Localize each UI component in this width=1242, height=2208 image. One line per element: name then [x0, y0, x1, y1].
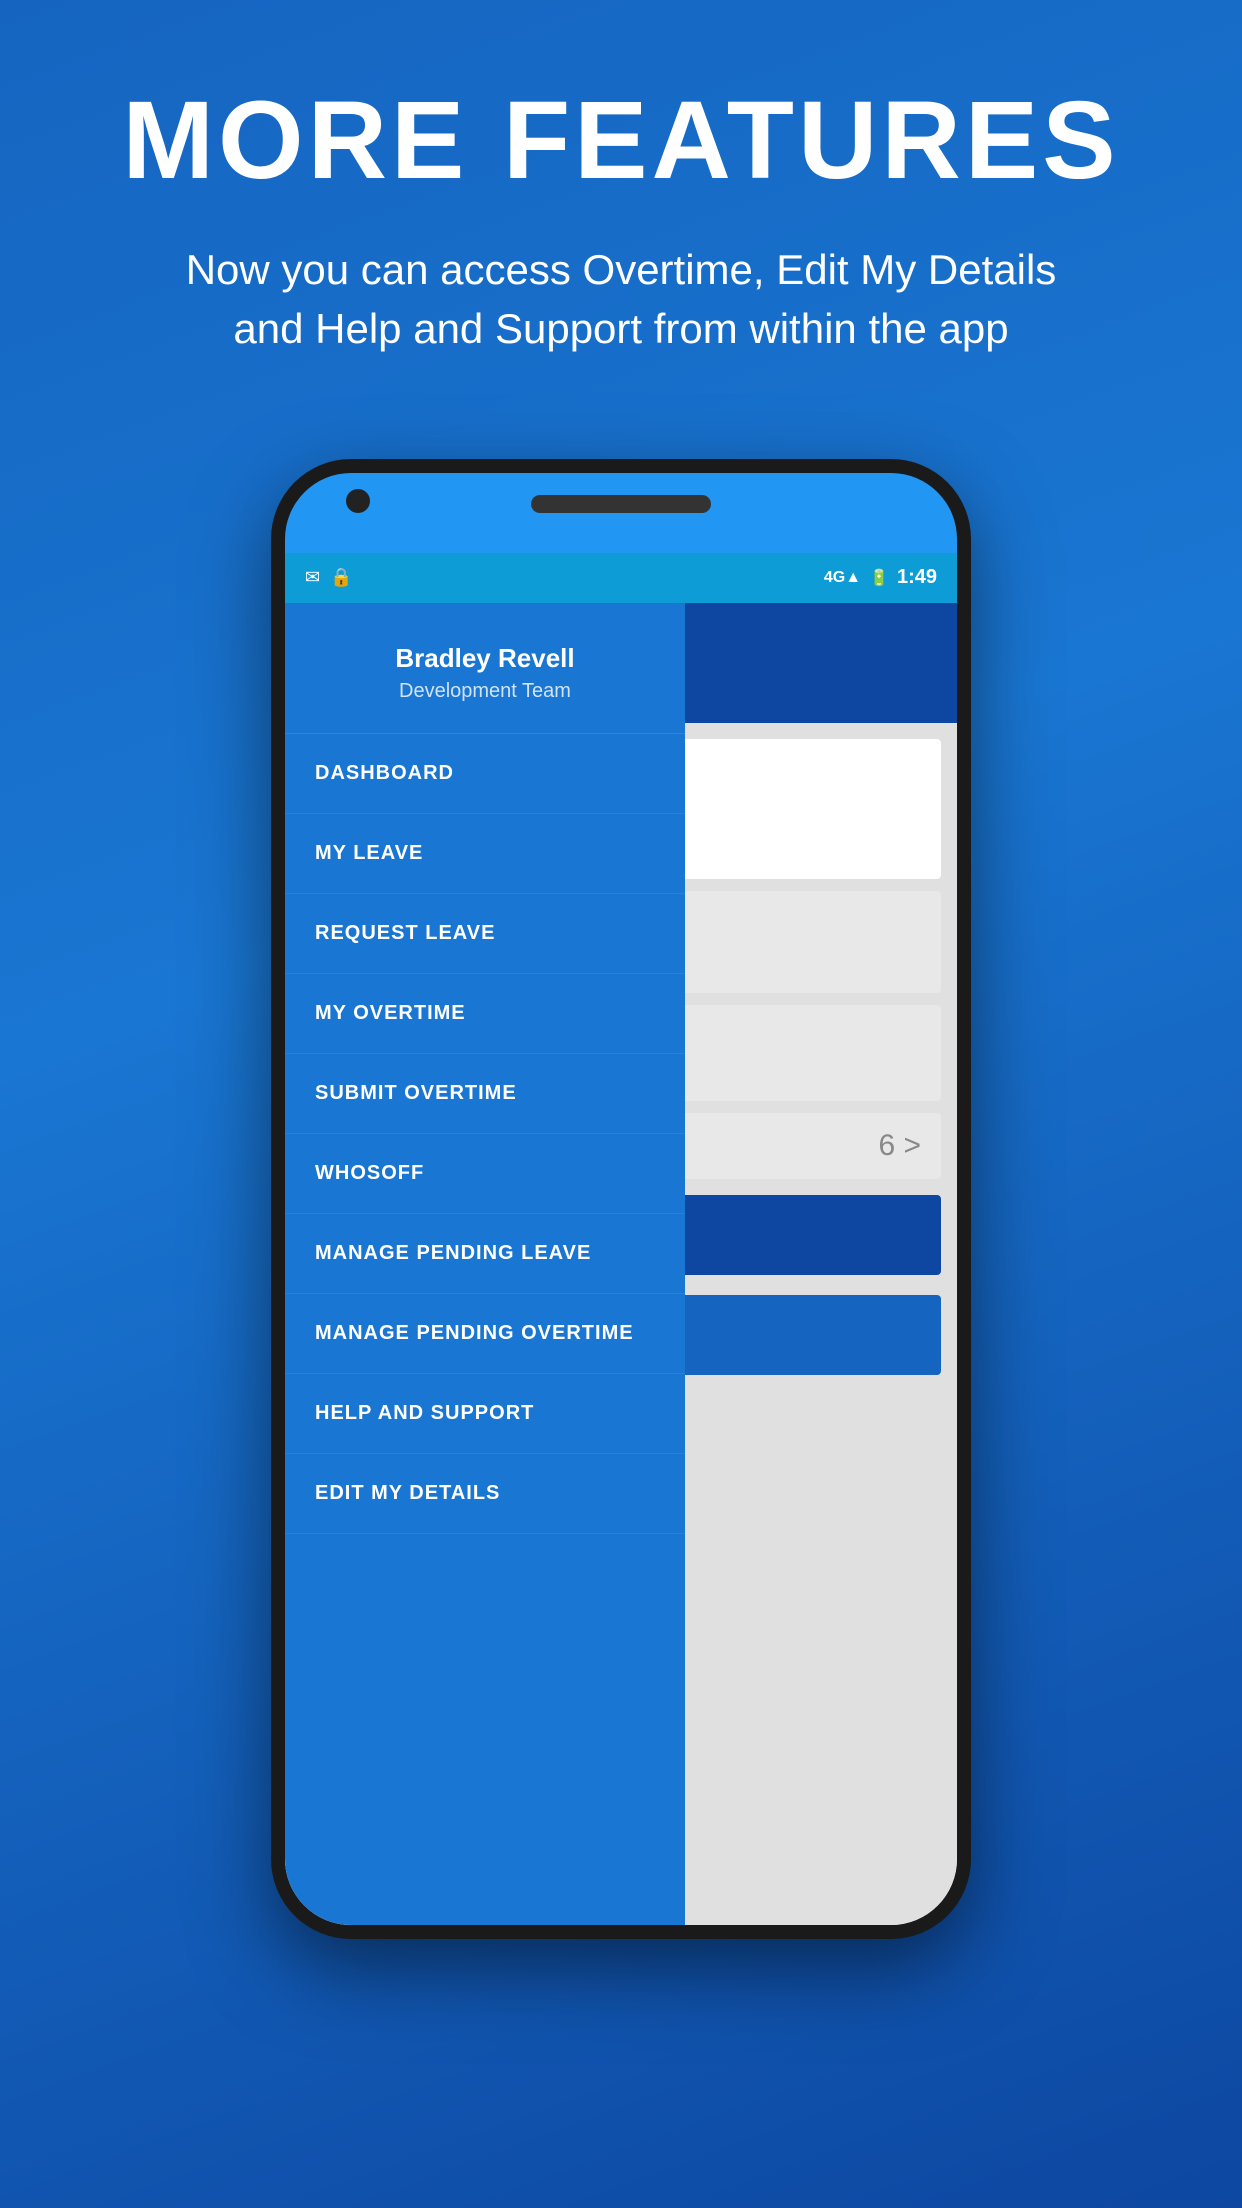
- lock-icon: 🔒: [330, 567, 352, 588]
- user-role: Development Team: [315, 680, 655, 703]
- time-display: 1:49: [897, 566, 937, 589]
- subtitle: Now you can access Overtime, Edit My Det…: [171, 241, 1071, 359]
- menu-item-my-overtime[interactable]: MY OVERTIME: [285, 974, 685, 1054]
- phone-speaker: [531, 495, 711, 513]
- menu-item-request-leave[interactable]: REQUEST LEAVE: [285, 894, 685, 974]
- chevron-value: 6 >: [878, 1129, 921, 1163]
- menu-item-help-and-support[interactable]: HELP AND SUPPORT: [285, 1374, 685, 1454]
- menu-item-my-leave[interactable]: MY LEAVE: [285, 814, 685, 894]
- user-name: Bradley Revell: [315, 643, 655, 674]
- phone-inner: ✉ 🔒 4G▲ 🔋 1:49 Bradley Revell Developmen…: [285, 473, 957, 1925]
- menu-item-manage-pending-leave[interactable]: MANAGE PENDING LEAVE: [285, 1214, 685, 1294]
- status-left: ✉ 🔒: [305, 567, 353, 588]
- menu-item-dashboard[interactable]: DASHBOARD: [285, 734, 685, 814]
- side-menu: Bradley Revell Development Team DASHBOAR…: [285, 603, 685, 1925]
- status-bar: ✉ 🔒 4G▲ 🔋 1:49: [285, 553, 957, 603]
- phone-shell: ✉ 🔒 4G▲ 🔋 1:49 Bradley Revell Developmen…: [271, 459, 971, 1939]
- menu-items-list: DASHBOARD MY LEAVE REQUEST LEAVE MY OVER…: [285, 734, 685, 1925]
- screen: ✉ 🔒 4G▲ 🔋 1:49 Bradley Revell Developmen…: [285, 553, 957, 1925]
- phone-camera: [346, 489, 370, 513]
- battery-icon: 🔋: [869, 568, 889, 588]
- menu-item-whosoff[interactable]: WHOSOFF: [285, 1134, 685, 1214]
- main-title: MORE FEATURES: [80, 80, 1162, 201]
- phone-container: ✉ 🔒 4G▲ 🔋 1:49 Bradley Revell Developmen…: [191, 459, 1051, 1959]
- signal-icon: 4G▲: [824, 569, 861, 587]
- user-profile: Bradley Revell Development Team: [285, 603, 685, 734]
- menu-item-submit-overtime[interactable]: SUBMIT OVERTIME: [285, 1054, 685, 1134]
- menu-item-edit-my-details[interactable]: EDIT MY DETAILS: [285, 1454, 685, 1534]
- header-section: MORE FEATURES Now you can access Overtim…: [0, 0, 1242, 419]
- status-right: 4G▲ 🔋 1:49: [824, 566, 937, 589]
- menu-item-manage-pending-overtime[interactable]: MANAGE PENDING OVERTIME: [285, 1294, 685, 1374]
- mail-icon: ✉: [305, 567, 320, 588]
